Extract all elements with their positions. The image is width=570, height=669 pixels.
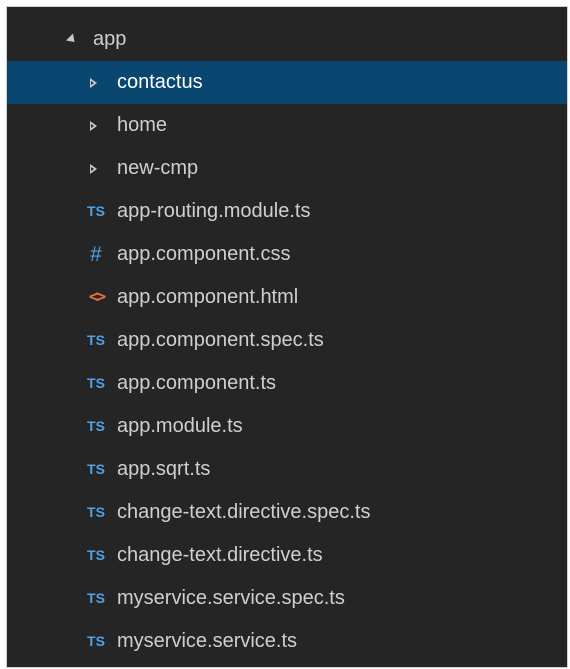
css-file-icon: # xyxy=(90,243,102,266)
file-label: app-routing.module.ts xyxy=(117,200,311,222)
typescript-file-icon: TS xyxy=(87,633,105,649)
tree-file[interactable]: TS myservice.service.spec.ts xyxy=(7,577,567,620)
file-label: app.component.html xyxy=(117,286,299,308)
tree-file[interactable]: <> app.component.html xyxy=(7,276,567,319)
chevron-down-icon[interactable] xyxy=(65,18,79,61)
html-file-icon: <> xyxy=(88,287,106,307)
tree-file[interactable]: TS app.module.ts xyxy=(7,405,567,448)
file-label: app.component.css xyxy=(117,243,291,265)
tree-file[interactable]: TS change-text.directive.ts xyxy=(7,534,567,577)
file-label: app.sqrt.ts xyxy=(117,458,211,480)
tree-file[interactable]: TS myservice.service.ts xyxy=(7,620,567,663)
typescript-file-icon: TS xyxy=(87,547,105,563)
typescript-file-icon: TS xyxy=(87,590,105,606)
folder-label: home xyxy=(117,114,168,136)
typescript-file-icon: TS xyxy=(87,504,105,520)
file-label: app.component.ts xyxy=(117,372,276,394)
typescript-file-icon: TS xyxy=(87,375,105,391)
chevron-right-icon[interactable] xyxy=(86,147,100,190)
tree-folder-app[interactable]: app xyxy=(7,18,567,61)
file-label: change-text.directive.ts xyxy=(117,544,323,566)
tree-folder-contactus[interactable]: contactus xyxy=(7,61,567,104)
typescript-file-icon: TS xyxy=(87,332,105,348)
chevron-right-icon[interactable] xyxy=(86,61,100,104)
typescript-file-icon: TS xyxy=(87,461,105,477)
tree-file[interactable]: TS change-text.directive.spec.ts xyxy=(7,491,567,534)
file-tree: app contactus home new-cmp TS app-routin… xyxy=(7,18,567,663)
file-label: app.module.ts xyxy=(117,415,243,437)
tree-file[interactable]: TS app.sqrt.ts xyxy=(7,448,567,491)
file-explorer: app contactus home new-cmp TS app-routin… xyxy=(6,6,568,668)
file-label: app.component.spec.ts xyxy=(117,329,324,351)
tree-folder-new-cmp[interactable]: new-cmp xyxy=(7,147,567,190)
folder-label: contactus xyxy=(117,71,203,93)
folder-label: new-cmp xyxy=(117,157,199,179)
tree-file[interactable]: TS app.component.spec.ts xyxy=(7,319,567,362)
typescript-file-icon: TS xyxy=(87,203,105,219)
folder-label: app xyxy=(93,28,127,50)
chevron-right-icon[interactable] xyxy=(86,104,100,147)
file-label: myservice.service.ts xyxy=(117,630,298,652)
tree-file[interactable]: TS app.component.ts xyxy=(7,362,567,405)
tree-folder-home[interactable]: home xyxy=(7,104,567,147)
tree-file[interactable]: # app.component.css xyxy=(7,233,567,276)
tree-file[interactable]: TS app-routing.module.ts xyxy=(7,190,567,233)
file-label: change-text.directive.spec.ts xyxy=(117,501,371,523)
file-label: myservice.service.spec.ts xyxy=(117,587,345,609)
typescript-file-icon: TS xyxy=(87,418,105,434)
